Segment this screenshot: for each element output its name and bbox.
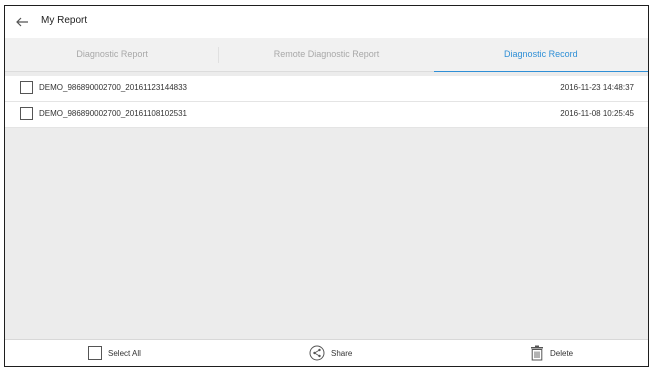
- trash-icon: [531, 345, 543, 361]
- select-all-button[interactable]: Select All: [88, 345, 141, 361]
- page-title: My Report: [41, 15, 88, 26]
- record-timestamp: 2016-11-08 10:25:45: [560, 109, 634, 118]
- record-timestamp: 2016-11-23 14:48:37: [560, 83, 634, 92]
- footer-toolbar: Select All Share Delete: [5, 339, 648, 366]
- share-button[interactable]: Share: [309, 345, 352, 361]
- select-all-label: Select All: [108, 348, 141, 358]
- tab-label: Remote Diagnostic Report: [273, 49, 380, 59]
- select-all-checkbox[interactable]: [88, 346, 102, 360]
- share-label: Share: [331, 348, 353, 358]
- record-checkbox[interactable]: [20, 107, 33, 120]
- list-item[interactable]: DEMO_986890002700_20161123144833 2016-11…: [5, 76, 648, 102]
- tab-label: Diagnostic Report: [76, 49, 148, 59]
- record-list: DEMO_986890002700_20161123144833 2016-11…: [5, 76, 648, 128]
- arrow-left-icon[interactable]: [14, 14, 30, 30]
- delete-button[interactable]: Delete: [530, 345, 573, 361]
- tab-remote-diagnostic-report[interactable]: Remote Diagnostic Report: [219, 38, 433, 71]
- header-bar: My Report: [5, 6, 648, 38]
- tab-diagnostic-record[interactable]: Diagnostic Record: [433, 38, 648, 72]
- list-item[interactable]: DEMO_986890002700_20161108102531 2016-11…: [5, 102, 648, 128]
- record-name: DEMO_986890002700_20161123144833: [39, 83, 187, 92]
- tab-bar: Diagnostic Report Remote Diagnostic Repo…: [5, 38, 648, 72]
- tab-diagnostic-report[interactable]: Diagnostic Report: [5, 38, 220, 71]
- share-icon: [309, 345, 325, 361]
- delete-label: Delete: [550, 348, 574, 358]
- app-window: My Report Diagnostic Report Remote Diagn…: [4, 5, 649, 367]
- tab-label: Diagnostic Record: [504, 49, 578, 59]
- record-name: DEMO_986890002700_20161108102531: [39, 109, 187, 118]
- record-checkbox[interactable]: [20, 81, 33, 94]
